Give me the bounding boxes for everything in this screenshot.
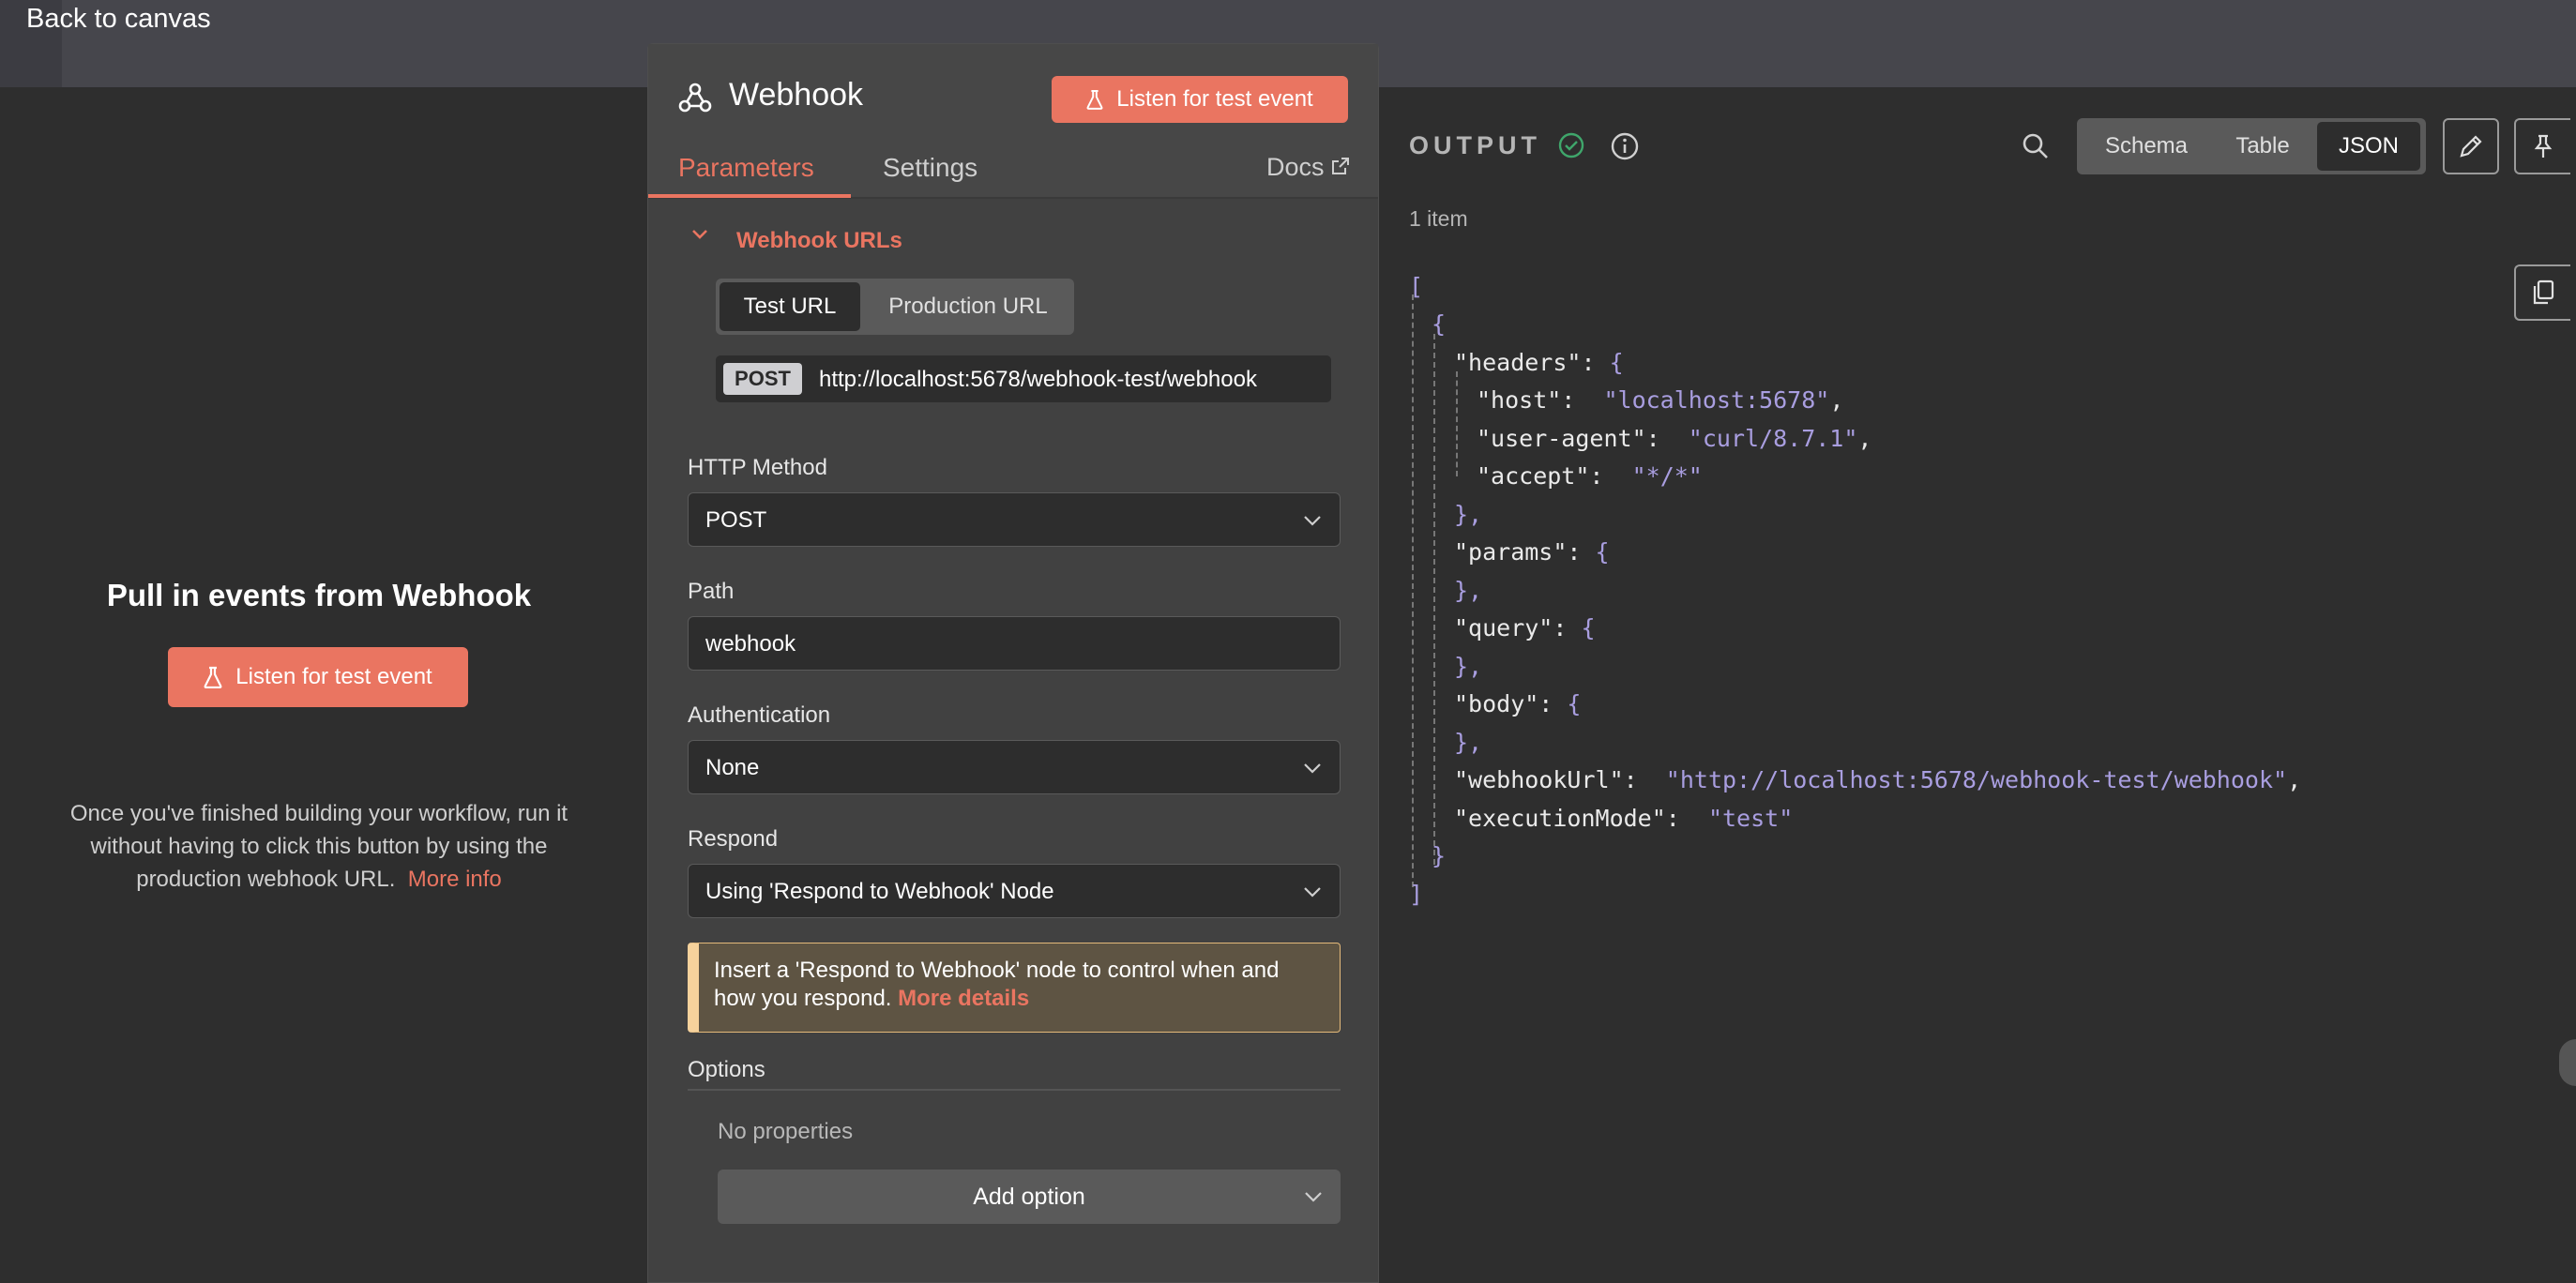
- json-accept-value[interactable]: */*: [1646, 462, 1689, 490]
- indent-guide: [1433, 334, 1435, 865]
- json-line: "headers": {: [1454, 349, 1624, 376]
- more-details-link[interactable]: More details: [898, 986, 1029, 1011]
- json-executionmode-value[interactable]: test: [1722, 805, 1779, 832]
- json-line: },: [1454, 729, 1483, 756]
- listen-button-label: Listen for test event: [235, 664, 432, 689]
- json-line: ]: [1409, 881, 1424, 908]
- authentication-value: None: [705, 755, 760, 780]
- respond-notice: Insert a 'Respond to Webhook' node to co…: [688, 943, 1341, 1033]
- json-line: "host": "localhost:5678",: [1477, 386, 1844, 414]
- http-method-value: POST: [705, 507, 767, 533]
- view-json[interactable]: JSON: [2317, 122, 2420, 171]
- back-to-canvas-link[interactable]: Back to canvas: [26, 4, 211, 35]
- pencil-icon: [2460, 135, 2482, 158]
- info-icon[interactable]: [1610, 131, 1640, 161]
- json-line: "params": {: [1454, 538, 1610, 566]
- beaker-icon: [1086, 90, 1103, 110]
- input-empty-description: Once you've finished building your workf…: [0, 797, 638, 896]
- json-line: "executionMode": "test": [1454, 805, 1794, 832]
- pin-icon: [2534, 134, 2553, 158]
- respond-value: Using 'Respond to Webhook' Node: [705, 879, 1054, 904]
- json-line: },: [1454, 653, 1483, 680]
- json-line: },: [1454, 577, 1483, 604]
- json-line: "accept": "*/*": [1477, 462, 1703, 490]
- http-method-label: HTTP Method: [688, 455, 827, 480]
- tab-settings[interactable]: Settings: [883, 153, 977, 183]
- docs-link[interactable]: Docs: [1266, 153, 1350, 182]
- test-url-tab[interactable]: Test URL: [720, 282, 860, 331]
- json-line: {: [1432, 310, 1447, 338]
- item-count: 1 item: [1409, 206, 1468, 231]
- search-icon[interactable]: [2021, 131, 2051, 161]
- pin-output-button[interactable]: [2514, 118, 2570, 174]
- json-line: "webhookUrl": "http://localhost:5678/web…: [1454, 766, 2302, 793]
- node-listen-button-label: Listen for test event: [1116, 86, 1313, 112]
- success-check-icon: [1558, 132, 1584, 158]
- no-properties-text: No properties: [718, 1119, 854, 1144]
- json-line: "body": {: [1454, 690, 1582, 717]
- chevron-down-icon: [1304, 516, 1321, 526]
- view-schema[interactable]: Schema: [2081, 122, 2212, 171]
- more-info-link[interactable]: More info: [408, 867, 502, 892]
- node-parameters-panel: Webhook Listen for test event Parameters…: [647, 43, 1379, 1283]
- production-url-tab[interactable]: Production URL: [870, 282, 1067, 331]
- node-listen-button[interactable]: Listen for test event: [1052, 76, 1348, 123]
- beaker-icon: [204, 666, 222, 688]
- view-table[interactable]: Table: [2216, 122, 2310, 171]
- json-line: [: [1409, 273, 1424, 300]
- output-view-toggle: Schema Table JSON: [2077, 118, 2426, 174]
- respond-select[interactable]: Using 'Respond to Webhook' Node: [688, 864, 1341, 918]
- listen-for-test-event-button[interactable]: Listen for test event: [168, 647, 468, 707]
- json-line: "user-agent": "curl/8.7.1",: [1477, 425, 1872, 452]
- add-option-label: Add option: [973, 1184, 1085, 1210]
- active-tab-indicator: [648, 194, 851, 198]
- path-value: webhook: [705, 631, 796, 657]
- path-label: Path: [688, 579, 735, 604]
- respond-label: Respond: [688, 826, 779, 852]
- docs-label: Docs: [1265, 153, 1325, 181]
- indent-guide: [1412, 294, 1414, 887]
- json-line: "query": {: [1454, 614, 1596, 642]
- json-line: }: [1432, 842, 1447, 869]
- json-webhookurl-value[interactable]: http://localhost:5678/webhook-test/webho…: [1680, 766, 2273, 793]
- authentication-select[interactable]: None: [688, 740, 1341, 794]
- input-empty-title: Pull in events from Webhook: [106, 578, 532, 612]
- external-link-icon: [1332, 158, 1349, 174]
- output-title: OUTPUT: [1409, 131, 1541, 159]
- add-option-button[interactable]: Add option: [718, 1170, 1341, 1224]
- path-input[interactable]: webhook: [688, 616, 1341, 671]
- canvas-edge-control[interactable]: [2559, 1039, 2576, 1086]
- webhook-url-box[interactable]: POST http://localhost:5678/webhook-test/…: [716, 355, 1331, 402]
- webhook-urls-section-title[interactable]: Webhook URLs: [736, 228, 902, 254]
- url-type-toggle: Test URL Production URL: [716, 279, 1074, 335]
- webhook-url[interactable]: http://localhost:5678/webhook-test/webho…: [819, 367, 1257, 393]
- chevron-down-icon: [1305, 1192, 1322, 1202]
- tab-parameters[interactable]: Parameters: [678, 153, 814, 183]
- options-divider: [688, 1089, 1341, 1091]
- node-title: Webhook: [729, 77, 864, 113]
- copy-output-button[interactable]: [2514, 264, 2570, 321]
- authentication-label: Authentication: [688, 702, 831, 728]
- chevron-down-icon: [1304, 763, 1321, 774]
- webhook-icon: [678, 83, 712, 113]
- panel-header: Webhook Listen for test event Parameters…: [648, 44, 1378, 199]
- chevron-down-icon: [1304, 887, 1321, 898]
- chevron-down-icon[interactable]: [689, 224, 710, 245]
- http-method-select[interactable]: POST: [688, 492, 1341, 547]
- method-badge: POST: [723, 363, 802, 395]
- json-user-agent-value[interactable]: curl/8.7.1: [1703, 425, 1844, 452]
- options-label: Options: [688, 1057, 765, 1082]
- edit-output-button[interactable]: [2443, 118, 2499, 174]
- copy-icon: [2533, 279, 2554, 305]
- json-line: },: [1454, 501, 1483, 528]
- json-host-value[interactable]: localhost:5678: [1618, 386, 1816, 414]
- indent-guide: [1456, 371, 1458, 476]
